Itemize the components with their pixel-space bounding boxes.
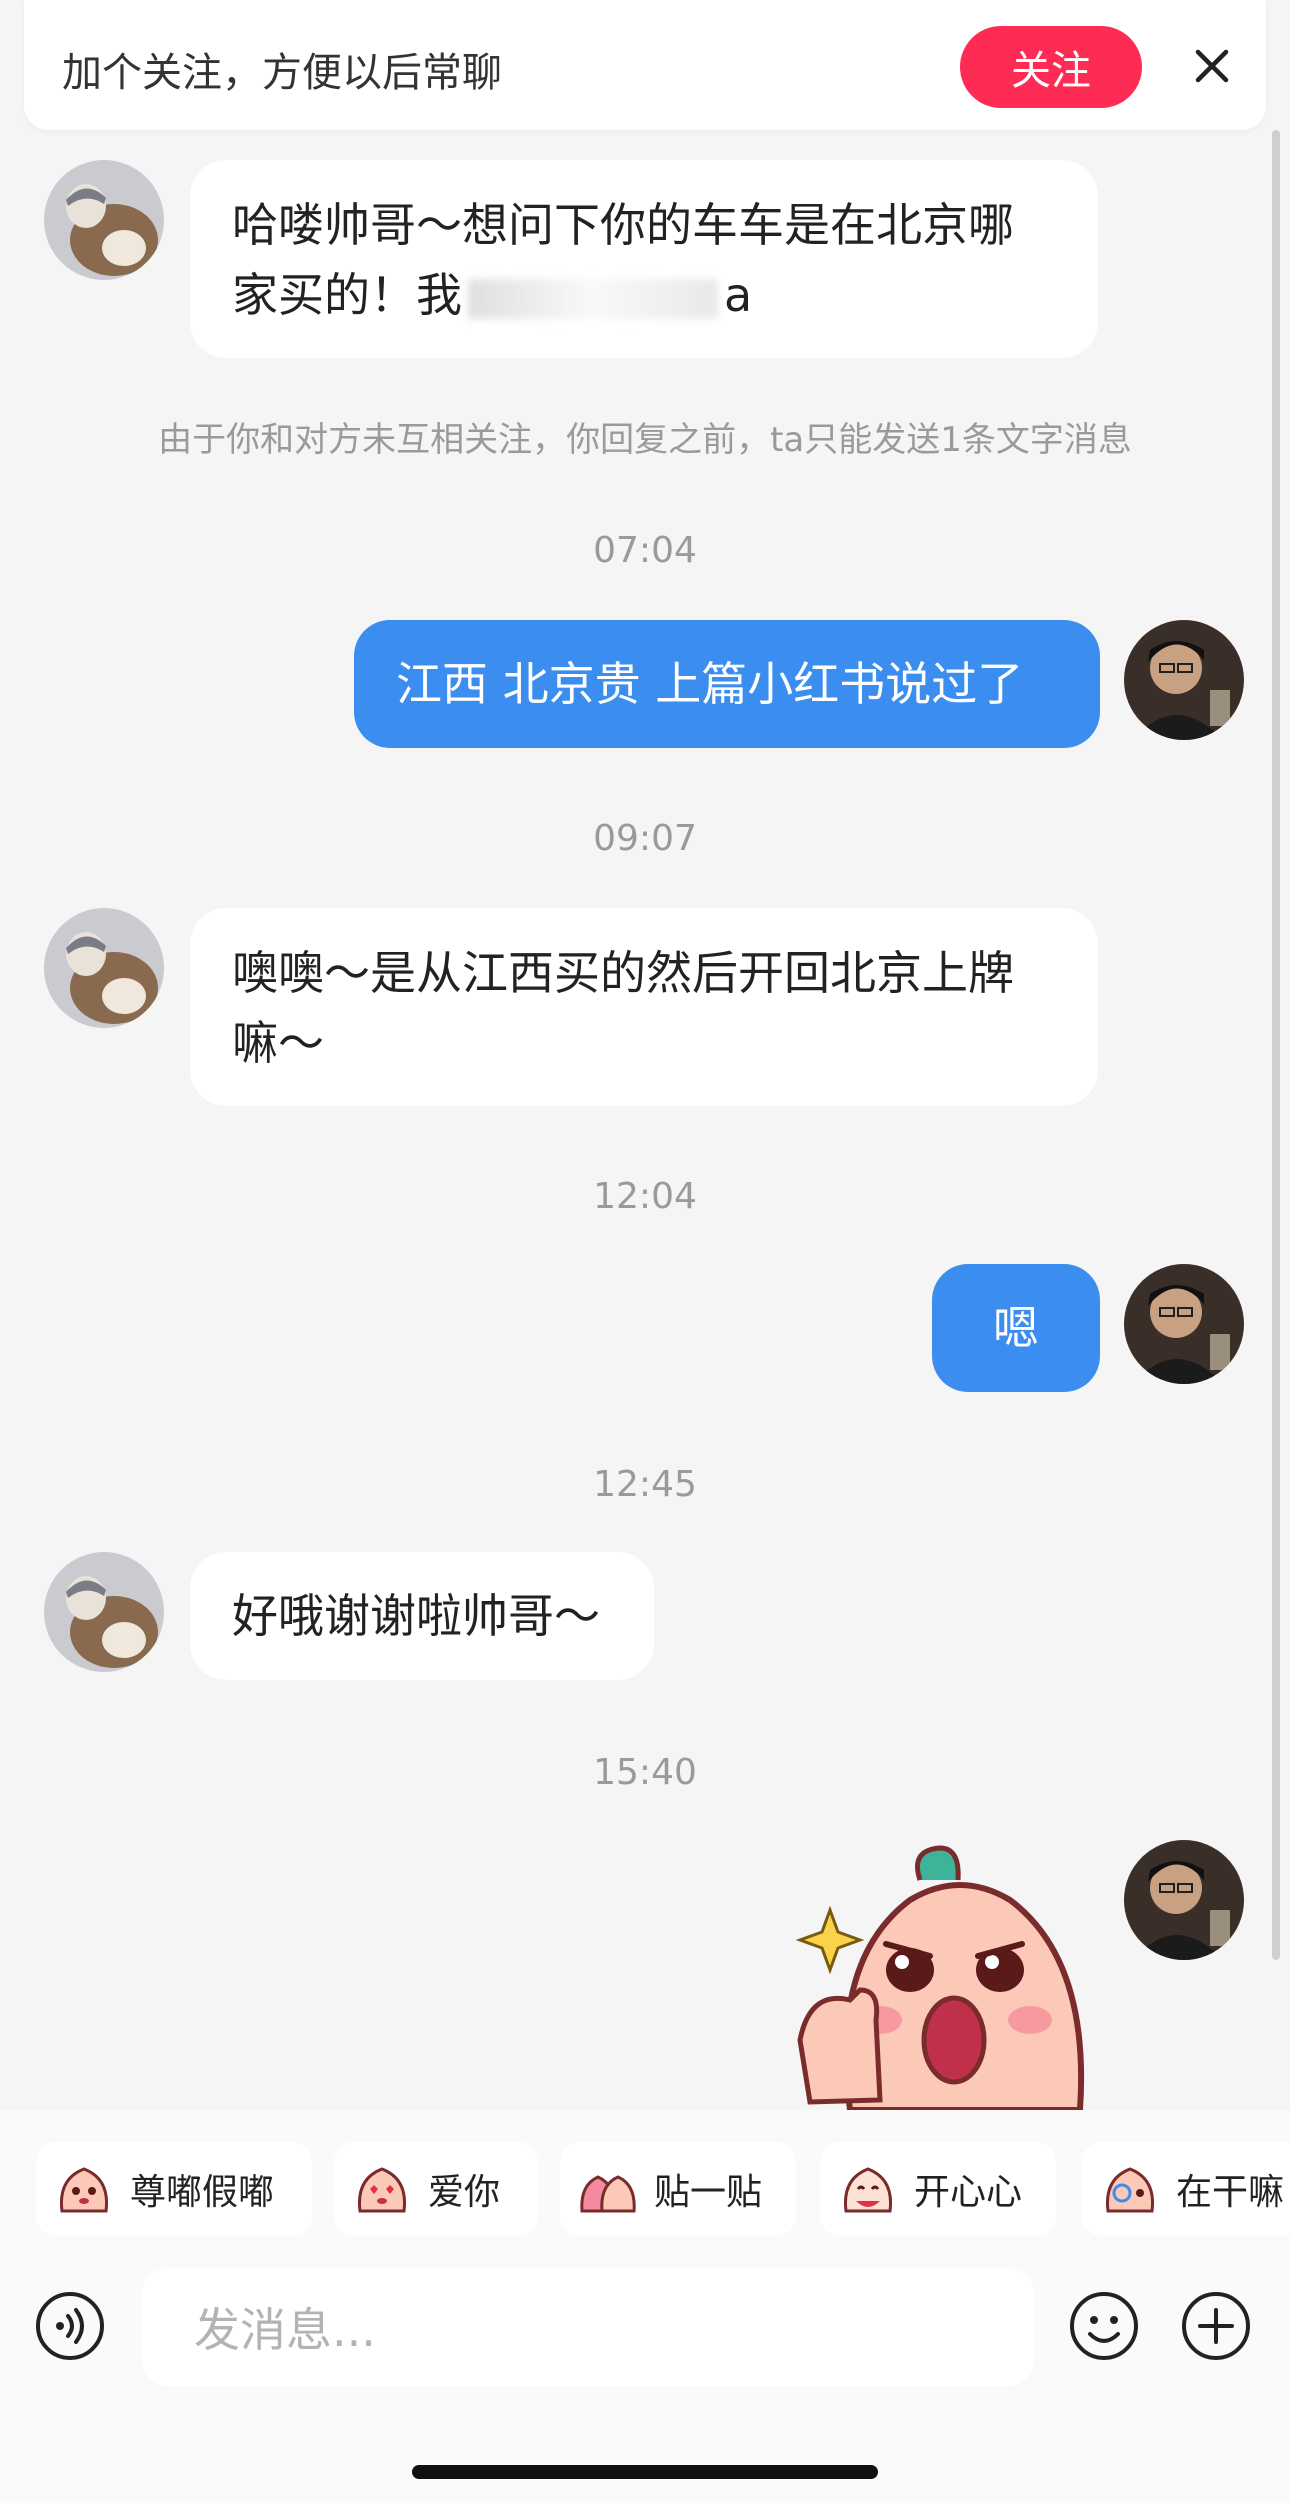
- message-bubble-outgoing[interactable]: 江西 北京贵 上篇小红书说过了: [354, 620, 1100, 748]
- message-text-line: 嘛～: [232, 1016, 324, 1070]
- message-text-line: 家买的！我 a: [232, 260, 1056, 330]
- peach-face-icon: [59, 2167, 109, 2213]
- timestamp: 12:04: [593, 1176, 697, 1217]
- timestamp: 07:04: [593, 530, 697, 571]
- message-bubble-incoming[interactable]: 噢噢～是从江西买的然后开回北京上牌 嘛～: [190, 908, 1098, 1106]
- follow-button[interactable]: 关注: [960, 26, 1142, 108]
- blurred-redaction: [468, 278, 718, 319]
- scrollbar[interactable]: [1272, 130, 1280, 1960]
- emoji-icon[interactable]: [1068, 2290, 1140, 2362]
- message-bubble-outgoing[interactable]: 嗯: [932, 1264, 1100, 1392]
- dog-avatar-icon: [44, 160, 164, 280]
- peach-hug-icon: [580, 2175, 636, 2213]
- peach-question-icon: [1105, 2167, 1155, 2213]
- message-bubble-incoming[interactable]: 哈喽帅哥～想问下你的车车是在北京哪 家买的！我 a: [190, 160, 1098, 358]
- message-text-line: 哈喽帅哥～想问下你的车车是在北京哪: [232, 198, 1014, 252]
- dog-avatar-icon: [44, 1552, 164, 1672]
- my-avatar[interactable]: [1124, 1840, 1244, 1960]
- dog-avatar-icon: [44, 908, 164, 1028]
- plus-icon[interactable]: [1180, 2290, 1252, 2362]
- person-avatar-icon: [1124, 1264, 1244, 1384]
- system-notice: 由于你和对方未互相关注，你回复之前，ta只能发送1条文字消息: [158, 420, 1132, 460]
- message-text: 江西 北京贵 上篇小红书说过了: [396, 657, 1024, 711]
- emoji-chip[interactable]: 在干嘛: [1082, 2142, 1290, 2236]
- message-text-suffix: a: [724, 268, 753, 322]
- emoji-chip[interactable]: 开心心: [820, 2142, 1056, 2236]
- timestamp: 09:07: [593, 818, 697, 859]
- my-avatar[interactable]: [1124, 1264, 1244, 1384]
- timestamp: 12:45: [593, 1464, 697, 1505]
- avatar[interactable]: [44, 1552, 164, 1672]
- message-text: 嗯: [993, 1301, 1039, 1355]
- emoji-chip-label: 尊嘟假嘟: [130, 2172, 275, 2213]
- peach-love-icon: [357, 2167, 407, 2213]
- person-avatar-icon: [1124, 620, 1244, 740]
- emoji-chip-label: 在干嘛: [1176, 2172, 1285, 2213]
- home-indicator[interactable]: [412, 2465, 878, 2479]
- emoji-chip[interactable]: 贴一贴: [560, 2142, 796, 2236]
- message-text-line: 噢噢～是从江西买的然后开回北京上牌: [232, 946, 1014, 1000]
- voice-input-icon[interactable]: [34, 2290, 106, 2362]
- message-bubble-incoming[interactable]: 好哦谢谢啦帅哥～: [190, 1552, 654, 1680]
- my-avatar[interactable]: [1124, 620, 1244, 740]
- peach-happy-icon: [843, 2167, 893, 2213]
- emoji-chip[interactable]: 爱你: [334, 2142, 538, 2236]
- message-text: 好哦谢谢啦帅哥～: [232, 1589, 600, 1643]
- thumbs-up-peach-sticker[interactable]: [790, 1840, 1110, 2110]
- timestamp: 15:40: [593, 1752, 697, 1793]
- person-avatar-icon: [1124, 1840, 1244, 1960]
- close-icon[interactable]: [1184, 38, 1240, 94]
- message-text-prefix: 家买的！我: [232, 268, 462, 322]
- emoji-chip-label: 爱你: [428, 2172, 501, 2213]
- avatar[interactable]: [44, 908, 164, 1028]
- avatar[interactable]: [44, 160, 164, 280]
- follow-prompt-text: 加个关注，方便以后常聊: [62, 50, 502, 96]
- emoji-chip-label: 开心心: [914, 2172, 1023, 2213]
- emoji-chip[interactable]: 尊嘟假嘟: [36, 2142, 312, 2236]
- message-input[interactable]: 发消息...: [142, 2268, 1034, 2386]
- emoji-chip-label: 贴一贴: [654, 2172, 763, 2213]
- follow-banner: 加个关注，方便以后常聊 关注: [24, 0, 1266, 130]
